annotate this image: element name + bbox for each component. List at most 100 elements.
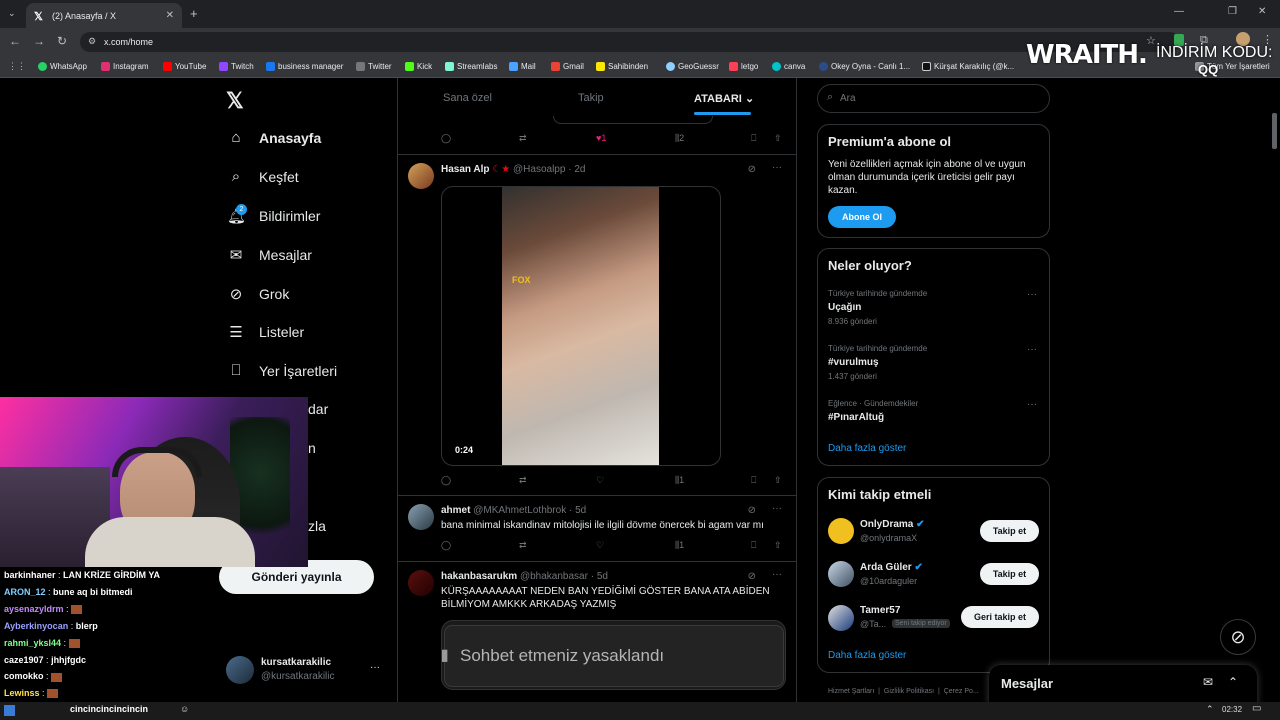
nav-bookmarks[interactable]: ⎕ Yer İşaretleri	[227, 362, 337, 379]
notification-center-icon[interactable]: ▭	[1252, 703, 1261, 714]
nav-explore[interactable]: ⌕ Keşfet	[227, 168, 299, 185]
browser-tab[interactable]: 𝕏 (2) Anasayfa / X ✕	[26, 3, 182, 28]
subscribe-button[interactable]: Abone Ol	[828, 206, 896, 228]
chat-username[interactable]: Ayberkinyocan	[4, 621, 68, 631]
grok-floating-button[interactable]: ⊘	[1220, 619, 1256, 655]
trend-item[interactable]: #vurulmuş	[828, 357, 879, 368]
share-icon[interactable]: ⇧	[774, 133, 782, 144]
bookmark-sahibinden[interactable]: Sahibinden	[596, 62, 648, 71]
chat-username[interactable]: caze1907	[4, 655, 44, 665]
address-bar[interactable]: ⚙ x.com/home	[80, 32, 1180, 52]
suggestion-name[interactable]: Tamer57	[860, 605, 900, 616]
emoji-icon[interactable]: ☺	[180, 704, 189, 714]
like-icon[interactable]: ♡	[596, 475, 604, 486]
bookmark-whatsapp[interactable]: WhatsApp	[38, 62, 87, 71]
follow-back-button[interactable]: Geri takip et	[961, 606, 1039, 628]
bookmark-streamlabs[interactable]: Streamlabs	[445, 62, 497, 71]
new-message-icon[interactable]: ✉	[1203, 675, 1213, 689]
bookmark-twitter[interactable]: Twitter	[356, 62, 392, 71]
tweet-more-icon[interactable]: ···	[772, 569, 782, 580]
new-tab-icon[interactable]: +	[190, 6, 198, 21]
bookmark-okey[interactable]: Okey Oyna - Canlı 1...	[819, 62, 910, 71]
bookmark-canva[interactable]: canva	[772, 62, 805, 71]
suggestion-avatar[interactable]	[828, 605, 854, 631]
bookmark-tweet-icon[interactable]: ⎕	[751, 540, 756, 551]
search-box[interactable]: ⌕ Ara	[817, 84, 1050, 113]
minimize-icon[interactable]: —	[1174, 6, 1184, 17]
reload-icon[interactable]: ↻	[57, 34, 67, 48]
bookmark-business-manager[interactable]: business manager	[266, 62, 343, 71]
expand-icon[interactable]: ⌃	[1228, 675, 1238, 689]
nav-lists[interactable]: ☰ Listeler	[227, 323, 304, 341]
tab-following[interactable]: Takip	[578, 92, 604, 104]
tray-chevron-icon[interactable]: ⌃	[1206, 704, 1214, 715]
close-tab-icon[interactable]: ✕	[166, 10, 174, 21]
like-button[interactable]: ♥ 1	[596, 133, 606, 143]
site-info-icon[interactable]: ⚙	[88, 36, 96, 47]
trend-more-icon[interactable]: ···	[1027, 399, 1037, 410]
chat-username[interactable]: aysenazyldrm	[4, 604, 64, 614]
restore-icon[interactable]: ❐	[1228, 6, 1237, 17]
bookmark-tiktok[interactable]: Kürşat Karakılıç (@k...	[922, 62, 1014, 71]
share-icon[interactable]: ⇧	[774, 475, 782, 486]
trend-more-icon[interactable]: ···	[1027, 289, 1037, 300]
tweet-image[interactable]: ▮ Sohbet etmeniz yasaklandı	[441, 620, 786, 690]
views-count[interactable]: ⫼ 1	[675, 475, 684, 486]
nav-messages[interactable]: ✉ Mesajlar	[227, 246, 312, 264]
bookmark-instagram[interactable]: Instagram	[101, 62, 149, 71]
tab-list-icon[interactable]: ⌄	[8, 8, 16, 19]
show-more-suggestions[interactable]: Daha fazla göster	[828, 650, 906, 661]
reply-icon[interactable]: ◯	[441, 133, 451, 144]
tweet-avatar[interactable]	[408, 570, 434, 596]
search-input[interactable]: Ara	[840, 93, 856, 104]
x-logo[interactable]: 𝕏	[226, 88, 244, 114]
account-avatar[interactable]	[226, 656, 254, 684]
forward-icon[interactable]: →	[33, 34, 45, 48]
bookmark-twitch[interactable]: Twitch	[219, 62, 254, 71]
retweet-icon[interactable]: ⇄	[519, 475, 527, 486]
tab-for-you[interactable]: Sana özel	[443, 92, 492, 104]
tweet-video[interactable]: FOX 0:24	[441, 186, 721, 466]
suggestion-name[interactable]: Arda Güler ✔	[860, 562, 923, 573]
bookmark-letgo[interactable]: letgo	[729, 62, 758, 71]
account-more-icon[interactable]: ···	[370, 662, 380, 673]
tweet-more-icon[interactable]: ···	[772, 162, 782, 173]
bookmark-youtube[interactable]: YouTube	[163, 62, 206, 71]
nav-home[interactable]: ⌂ Anasayfa	[227, 129, 321, 146]
chat-username[interactable]: Lewinss	[4, 688, 40, 698]
chat-username[interactable]: rahmi_yksl44	[4, 638, 61, 648]
bookmark-mail[interactable]: Mail	[509, 62, 536, 71]
share-icon[interactable]: ⇧	[774, 540, 782, 551]
show-more-trends[interactable]: Daha fazla göster	[828, 443, 906, 454]
tweet-more-icon[interactable]: ···	[772, 503, 782, 514]
reply-icon[interactable]: ◯	[441, 540, 451, 551]
tab-atabari[interactable]: ATABARI ⌄	[694, 92, 754, 105]
follow-button[interactable]: Takip et	[980, 563, 1039, 585]
retweet-icon[interactable]: ⇄	[519, 540, 527, 551]
bookmark-geoguessr[interactable]: GeoGuessr	[666, 62, 719, 71]
close-window-icon[interactable]: ✕	[1258, 6, 1266, 17]
views-count[interactable]: ⫼ 2	[675, 133, 684, 144]
retweet-icon[interactable]: ⇄	[519, 133, 527, 144]
grok-tweet-icon[interactable]: ⊘	[748, 164, 756, 175]
chat-username[interactable]: comokko	[4, 671, 44, 681]
suggestion-avatar[interactable]	[828, 518, 854, 544]
bookmark-kick[interactable]: Kick	[405, 62, 432, 71]
tweet-avatar[interactable]	[408, 163, 434, 189]
trend-item[interactable]: Uçağın	[828, 302, 861, 313]
like-icon[interactable]: ♡	[596, 540, 604, 551]
suggestion-avatar[interactable]	[828, 561, 854, 587]
suggestion-name[interactable]: OnlyDrama ✔	[860, 519, 925, 530]
trend-item[interactable]: #PınarAltuğ	[828, 412, 884, 423]
nav-grok[interactable]: ⊘ Grok	[227, 285, 290, 303]
trend-more-icon[interactable]: ···	[1027, 344, 1037, 355]
star-icon[interactable]: ☆	[1146, 34, 1156, 47]
views-count[interactable]: ⫼ 1	[675, 540, 684, 551]
account-name[interactable]: kursatkarakilic	[261, 657, 331, 668]
apps-icon[interactable]: ⋮⋮	[8, 61, 26, 72]
chat-username[interactable]: ARON_12	[4, 587, 46, 597]
back-icon[interactable]: ←	[9, 34, 21, 48]
bookmark-gmail[interactable]: Gmail	[551, 62, 584, 71]
reply-icon[interactable]: ◯	[441, 475, 451, 486]
bookmark-tweet-icon[interactable]: ⎕	[751, 475, 756, 486]
